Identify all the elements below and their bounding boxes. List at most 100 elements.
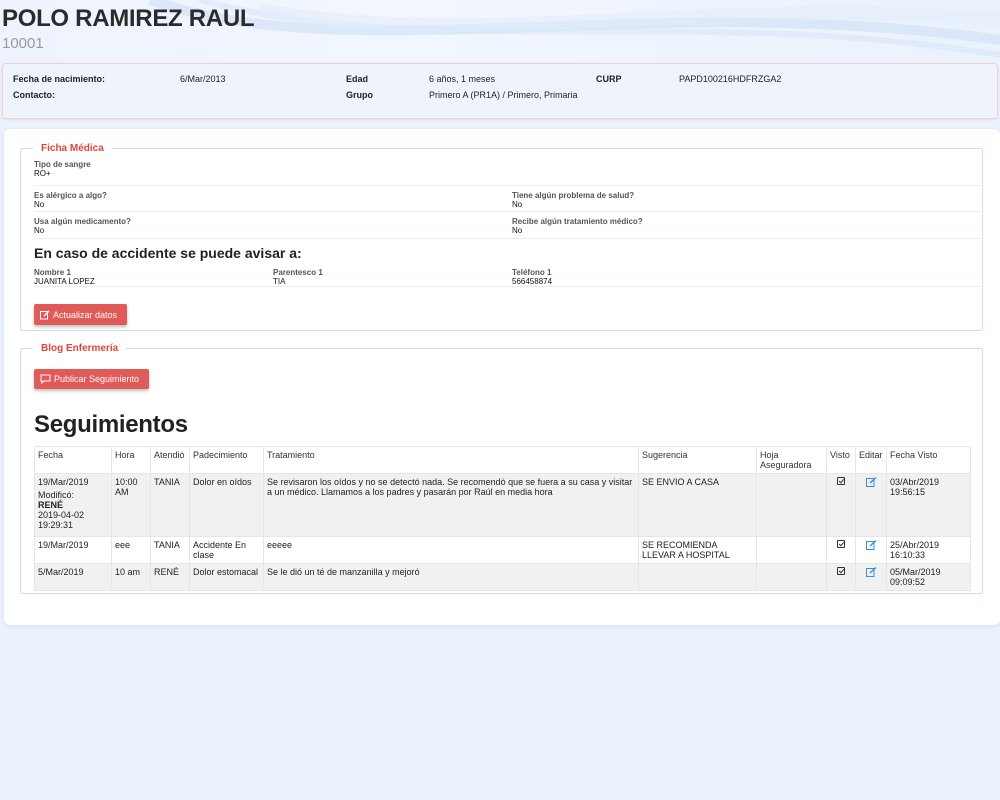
cell-tratamiento: Se revisaron los oídos y no se detectó n… xyxy=(263,473,639,537)
birth-label: Fecha de nacimiento: xyxy=(13,74,106,84)
blood-value: RO+ xyxy=(34,169,51,178)
cell-editar xyxy=(855,536,887,564)
cell-visto xyxy=(826,536,856,564)
table-row: 5/Mar/2019 10 am RENÉ Dolor estomacal Se… xyxy=(34,563,971,591)
age-value: 6 años, 1 meses xyxy=(429,74,496,84)
cell-hoja xyxy=(756,563,827,591)
cell-visto xyxy=(826,473,856,537)
allergy-row: Es alérgico a algo? No Tiene algún probl… xyxy=(34,186,980,212)
kin1-value: TIA xyxy=(273,277,286,286)
edit-icon[interactable] xyxy=(865,477,877,487)
medication-row: Usa algún medicamento? No Recibe algún t… xyxy=(34,212,980,239)
cell-hoja xyxy=(756,536,827,564)
checkbox-checked-icon[interactable] xyxy=(837,567,845,575)
medication-field: Usa algún medicamento? No xyxy=(34,217,131,235)
checkbox-checked-icon[interactable] xyxy=(837,540,845,548)
allergic-label: Es alérgico a algo? xyxy=(34,191,107,200)
modified-by: RENÉ xyxy=(38,500,64,510)
cell-tratamiento: Se le dió un té de manzanilla y mejoró xyxy=(263,563,639,591)
kin1-field: Parentesco 1 TIA xyxy=(273,268,323,286)
cell-fecha-visto: 25/Abr/2019 16:10:33 xyxy=(886,536,971,564)
edit-icon xyxy=(40,310,50,319)
update-data-label: Actualizar datos xyxy=(53,309,118,320)
cell-fecha: 19/Mar/2019 Modificó: RENÉ 2019-04-02 19… xyxy=(34,473,112,537)
col-sugerencia: Sugerencia xyxy=(638,446,757,474)
health-value: No xyxy=(512,200,523,209)
edit-icon[interactable] xyxy=(865,540,877,550)
row-date: 19/Mar/2019 xyxy=(38,477,89,487)
cell-hora: 10 am xyxy=(111,563,151,591)
cell-tratamiento: eeeee xyxy=(263,536,639,564)
table-row: 19/Mar/2019 eee TANIA Accidente En clase… xyxy=(34,536,971,564)
cell-fecha: 5/Mar/2019 xyxy=(34,563,112,591)
birth-value: 6/Mar/2013 xyxy=(180,74,226,84)
blood-field: Tipo de sangre RO+ xyxy=(34,160,91,178)
kin1-label: Parentesco 1 xyxy=(273,268,323,277)
health-label: Tiene algún problema de salud? xyxy=(512,191,635,200)
modified-date: 2019-04-02 xyxy=(38,510,85,520)
cell-padecimiento: Accidente En clase xyxy=(189,536,264,564)
group-value: Primero A (PR1A) / Primero, Primaria xyxy=(429,90,578,100)
student-info-bar: Fecha de nacimiento: 6/Mar/2013 Edad 6 a… xyxy=(2,63,998,119)
accident-contact-title: En caso de accidente se puede avisar a: xyxy=(34,245,302,261)
cell-padecimiento: Dolor en oídos xyxy=(189,473,264,537)
seen-time: 19:56:15 xyxy=(890,487,926,497)
ficha-medica-section: Ficha Médica Tipo de sangre RO+ Es alérg… xyxy=(20,143,983,331)
seen-date: 05/Mar/2019 xyxy=(890,567,941,577)
blood-label: Tipo de sangre xyxy=(34,160,91,169)
emergency-contact-row: Nombre 1 JUANITA LOPEZ Parentesco 1 TIA … xyxy=(34,265,980,287)
col-atendio: Atendió xyxy=(150,446,190,474)
cell-padecimiento: Dolor estomacal xyxy=(189,563,264,591)
group-label: Grupo xyxy=(346,90,373,100)
col-hoja-aseguradora: Hoja Aseguradora xyxy=(756,446,827,474)
col-hora: Hora xyxy=(111,446,151,474)
checkbox-checked-icon[interactable] xyxy=(837,477,845,485)
cell-fecha-visto: 03/Abr/2019 19:56:15 xyxy=(886,473,971,537)
blog-enfermeria-section: Blog Enfermería Publicar Seguimiento Seg… xyxy=(20,343,983,594)
cell-fecha-visto: 05/Mar/2019 09:09:52 xyxy=(886,563,971,591)
medication-value: No xyxy=(34,226,45,235)
cell-atendio: TANIA xyxy=(150,536,190,564)
table-header-row: Fecha Hora Atendió Padecimiento Tratamie… xyxy=(34,446,971,474)
followups-table: Fecha Hora Atendió Padecimiento Tratamie… xyxy=(34,446,971,591)
cell-sugerencia: SE ENVIO A CASA xyxy=(638,473,757,537)
treatment-field: Recibe algún tratamiento médico? No xyxy=(512,217,643,235)
col-fecha-visto: Fecha Visto xyxy=(886,446,971,474)
cell-hoja xyxy=(756,473,827,537)
name1-label: Nombre 1 xyxy=(34,268,71,277)
treatment-value: No xyxy=(512,226,523,235)
student-id: 10001 xyxy=(2,35,44,52)
blood-row: Tipo de sangre RO+ xyxy=(34,157,980,186)
treatment-label: Recibe algún tratamiento médico? xyxy=(512,217,643,226)
name1-field: Nombre 1 JUANITA LOPEZ xyxy=(34,268,95,286)
phone1-value: 566458874 xyxy=(512,277,553,286)
curp-label: CURP xyxy=(596,74,622,84)
col-editar: Editar xyxy=(855,446,887,474)
seen-date: 03/Abr/2019 xyxy=(890,477,940,487)
cell-hora: eee xyxy=(111,536,151,564)
modified-info: Modificó: RENÉ 2019-04-02 19:29:31 xyxy=(38,490,108,530)
cell-editar xyxy=(855,473,887,537)
main-card: Ficha Médica Tipo de sangre RO+ Es alérg… xyxy=(4,129,1000,625)
update-data-button[interactable]: Actualizar datos xyxy=(34,304,127,325)
col-fecha: Fecha xyxy=(34,446,112,474)
col-tratamiento: Tratamiento xyxy=(263,446,639,474)
cell-sugerencia xyxy=(638,563,757,591)
col-padecimiento: Padecimiento xyxy=(189,446,264,474)
cell-sugerencia: SE RECOMIENDA LLEVAR A HOSPITAL xyxy=(638,536,757,564)
col-visto: Visto xyxy=(826,446,856,474)
cell-fecha: 19/Mar/2019 xyxy=(34,536,112,564)
blog-enfermeria-legend: Blog Enfermería xyxy=(41,343,119,354)
ficha-medica-legend: Ficha Médica xyxy=(41,143,104,154)
cell-hora: 10:00 AM xyxy=(111,473,151,537)
publish-followup-button[interactable]: Publicar Seguimiento xyxy=(34,369,149,389)
seen-time: 16:10:33 xyxy=(890,550,926,560)
edit-icon[interactable] xyxy=(865,567,877,577)
student-name: POLO RAMIREZ RAUL xyxy=(2,5,255,32)
modified-label: Modificó: xyxy=(38,490,75,500)
allergic-value: No xyxy=(34,200,45,209)
publish-followup-label: Publicar Seguimiento xyxy=(54,374,140,384)
medication-label: Usa algún medicamento? xyxy=(34,217,131,226)
cell-atendio: TANIA xyxy=(150,473,190,537)
cell-visto xyxy=(826,563,856,591)
